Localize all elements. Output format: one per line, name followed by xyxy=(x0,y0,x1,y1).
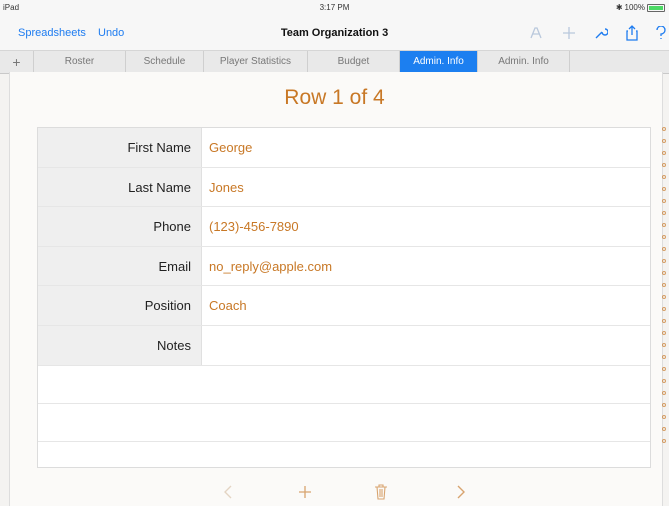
form-row[interactable]: First Name George xyxy=(38,128,650,168)
email-field[interactable]: no_reply@apple.com xyxy=(209,247,332,285)
form-row[interactable]: Notes xyxy=(38,326,650,366)
form-row[interactable]: Email no_reply@apple.com xyxy=(38,247,650,286)
form-row[interactable]: Phone (123)-456-7890 xyxy=(38,207,650,247)
tab-admin-info[interactable]: Admin. Info xyxy=(478,51,570,73)
tab-player-statistics[interactable]: Player Statistics xyxy=(204,51,308,73)
form-row[interactable]: Position Coach xyxy=(38,286,650,326)
help-icon[interactable] xyxy=(652,24,669,42)
bluetooth-icon: ✱ xyxy=(615,3,623,12)
position-field[interactable]: Coach xyxy=(209,286,247,325)
wrench-icon[interactable] xyxy=(592,24,610,42)
plus-icon[interactable] xyxy=(560,24,578,42)
chevron-right-icon[interactable] xyxy=(451,482,471,502)
empty-row xyxy=(38,404,650,442)
clock: 3:17 PM xyxy=(319,3,350,12)
battery-icon xyxy=(647,3,665,12)
field-label: Email xyxy=(38,247,202,285)
first-name-field[interactable]: George xyxy=(209,128,252,167)
sheet-tabs: + Roster Schedule Player Statistics Budg… xyxy=(0,50,669,74)
last-name-field[interactable]: Jones xyxy=(209,168,244,206)
field-label: Last Name xyxy=(38,168,202,206)
battery-percent: 100% xyxy=(624,3,645,12)
field-label: Phone xyxy=(38,207,202,246)
add-sheet-button[interactable]: + xyxy=(0,51,34,73)
plus-icon[interactable] xyxy=(295,482,315,502)
record-form: First Name George Last Name Jones Phone … xyxy=(37,127,651,468)
form-navigation xyxy=(0,478,669,506)
tab-schedule[interactable]: Schedule xyxy=(126,51,204,73)
tab-admin-info-active[interactable]: Admin. Info xyxy=(400,51,478,73)
phone-field[interactable]: (123)-456-7890 xyxy=(209,207,299,246)
paintbrush-icon[interactable] xyxy=(527,24,545,42)
toolbar: Spreadsheets Undo Team Organization 3 xyxy=(0,16,669,50)
field-label: First Name xyxy=(38,128,202,167)
form-row[interactable]: Last Name Jones xyxy=(38,168,650,207)
tab-budget[interactable]: Budget xyxy=(308,51,400,73)
chevron-left-icon[interactable] xyxy=(218,482,238,502)
share-icon[interactable] xyxy=(623,24,641,42)
tab-roster[interactable]: Roster xyxy=(34,51,126,73)
trash-icon[interactable] xyxy=(371,482,391,502)
status-bar: iPad 3:17 PM ✱ 100% xyxy=(0,0,669,16)
scroll-indicator[interactable] xyxy=(661,127,669,447)
field-label: Notes xyxy=(38,326,202,365)
empty-row xyxy=(38,366,650,404)
battery-status: ✱ 100% xyxy=(616,3,665,12)
row-indicator: Row 1 of 4 xyxy=(284,86,385,109)
field-label: Position xyxy=(38,286,202,325)
